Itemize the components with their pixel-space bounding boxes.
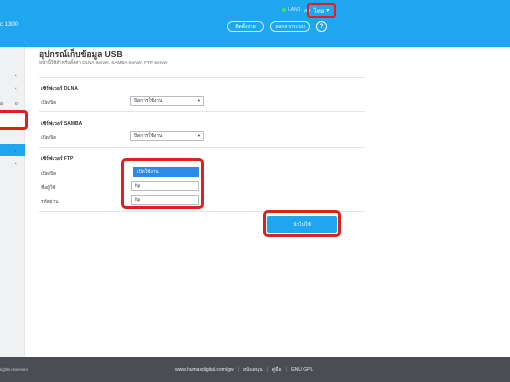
lan-status-icon [282,8,286,12]
footer-link-website[interactable]: www.humaxdigital.com/gw [175,367,234,373]
dlna-enable-label: เปิด/ปิด [41,101,57,106]
divider [39,147,365,148]
dlna-enable-select[interactable]: ปิดการใช้งาน ▾ [130,96,204,106]
sidebar-chevron-icon[interactable]: ‹ [15,86,17,92]
sidebar: ‹ ‹ a o ‹ ‹ [0,47,28,357]
samba-enable-label: เปิด/ปิด [41,136,57,141]
help-button[interactable]: ? [316,21,327,32]
sidebar-item-usb-storage-highlight[interactable] [0,110,28,130]
samba-enable-value: ปิดการใช้งาน [134,134,163,139]
top-bar: c 1300 LAN1 ภา ไทย ▾ ติดตั้งง่าย ออกจากร… [0,0,510,47]
language-dropdown[interactable]: ไทย ▾ [307,3,336,18]
footer-link-support[interactable]: สนับสนุน [243,366,263,374]
dlna-section-title: เซิร์ฟเวอร์ DLNA [41,86,78,92]
page-title: อุปกรณ์เก็บข้อมูล USB [39,49,123,59]
lan-status: LAN1 [282,7,301,13]
sidebar-item-active[interactable] [0,144,25,156]
footer-separator: | [285,367,287,373]
footer-link-gpl[interactable]: GNU GPL [291,367,314,373]
footer-links: www.humaxdigital.com/gw | สนับสนุน | คู่… [175,366,313,374]
footer-separator: | [237,367,239,373]
sidebar-chevron-icon[interactable]: ‹ [15,73,17,79]
logout-button[interactable]: ออกจากระบบ [270,21,310,32]
language-dropdown-label: ไทย [313,8,325,15]
divider [39,77,365,78]
footer-link-manual[interactable]: คู่มือ [272,366,282,374]
easy-setup-button[interactable]: ติดตั้งง่าย [227,21,264,32]
sidebar-chevron-icon[interactable]: ‹ [15,161,17,167]
apply-button[interactable]: นำไปใช้ [267,216,337,233]
ftp-enable-label: เปิด/ปิด [41,172,57,177]
footer-copyright: rights reserved [0,367,28,372]
sidebar-label-fragment: a [0,101,3,107]
sidebar-chevron-icon[interactable]: o [15,101,18,107]
chevron-down-icon: ▾ [197,133,200,138]
samba-enable-select[interactable]: ปิดการใช้งาน ▾ [130,131,204,141]
chevron-down-icon: ▾ [326,8,330,14]
sidebar-chevron-icon[interactable]: ‹ [15,149,17,155]
lan-status-label: LAN1 [288,7,301,13]
dlna-enable-value: ปิดการใช้งาน [134,99,163,104]
samba-section-title: เซิร์ฟเวอร์ SAMBA [41,121,83,127]
ftp-username-label: ชื่อผู้ใช้ [41,186,56,191]
divider [39,111,365,112]
chevron-down-icon: ▾ [197,98,200,103]
footer-separator: | [266,367,268,373]
ftp-section-title: เซิร์ฟเวอร์ FTP [41,156,74,162]
ftp-settings-highlight [121,158,204,209]
brand-fragment: c 1300 [0,22,19,28]
page-description: หน้านี้ใช้สำหรับตั้งค่า DLNA Server, SAM… [39,60,169,65]
main-content: อุปกรณ์เก็บข้อมูล USB หน้านี้ใช้สำหรับตั… [26,47,510,357]
footer: rights reserved www.humaxdigital.com/gw … [0,357,510,382]
ftp-password-label: รหัสผ่าน [41,200,59,205]
